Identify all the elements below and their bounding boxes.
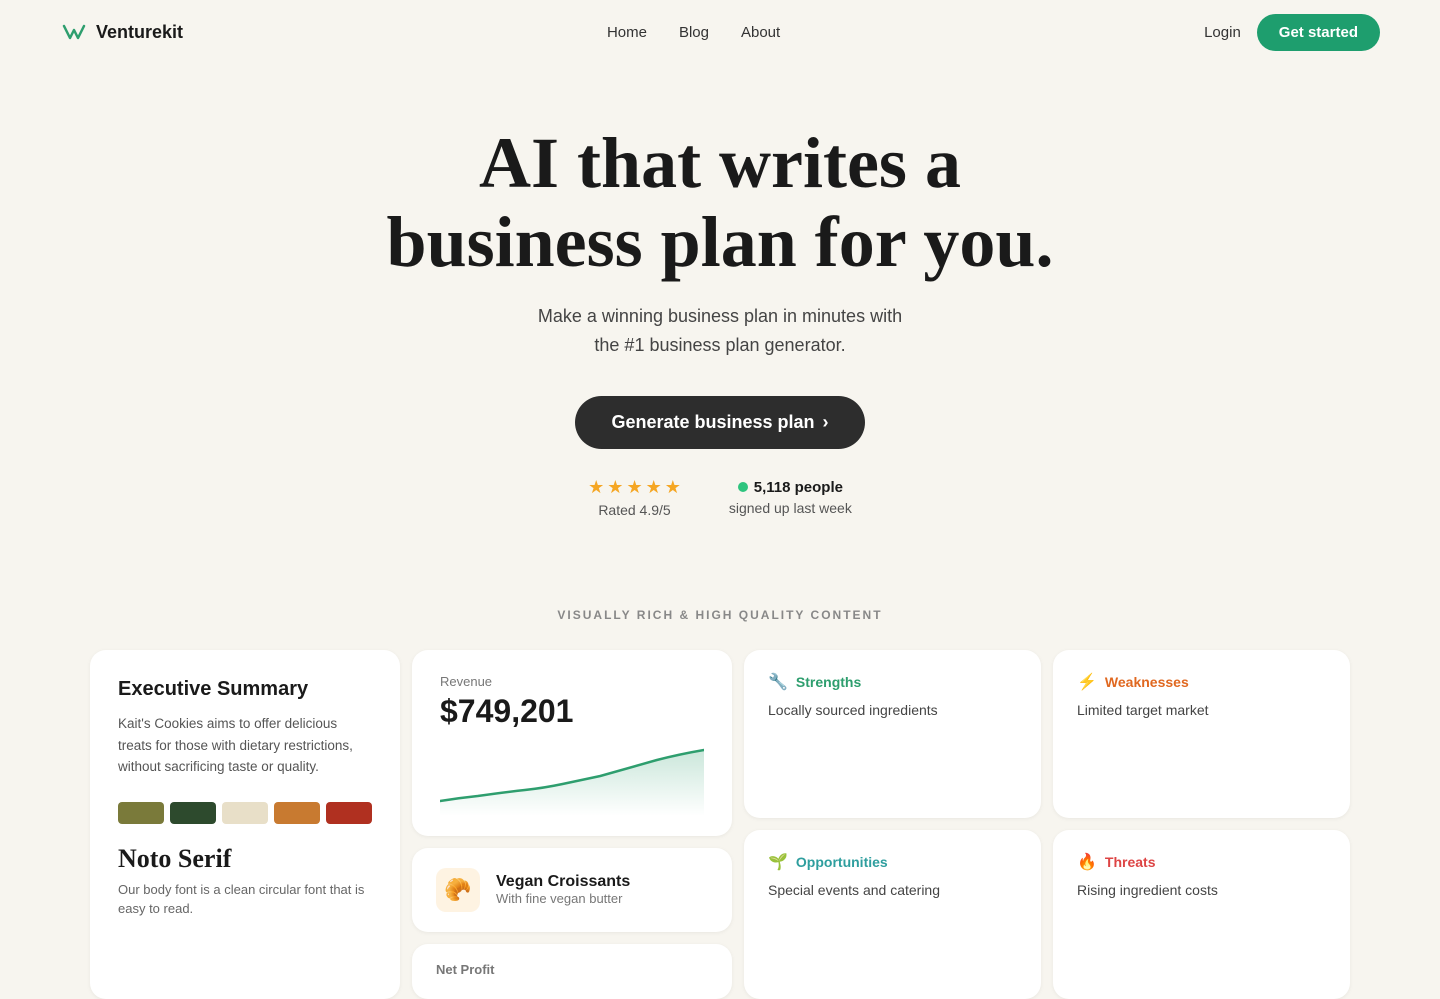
weaknesses-text: Limited target market — [1077, 702, 1326, 718]
nav-actions: Login Get started — [1204, 14, 1380, 51]
star-3: ★ — [626, 477, 642, 498]
net-profit-card: Net Profit — [412, 944, 732, 999]
color-swatches — [118, 802, 372, 824]
signups-subtitle: signed up last week — [729, 500, 852, 516]
logo[interactable]: Venturekit — [60, 18, 183, 46]
product-card: 🥐 Vegan Croissants With fine vegan butte… — [412, 848, 732, 932]
get-started-button[interactable]: Get started — [1257, 14, 1380, 51]
threats-title: Threats — [1105, 854, 1156, 870]
threats-header: 🔥 Threats — [1077, 852, 1326, 872]
weaknesses-icon: ⚡ — [1077, 672, 1097, 692]
hero-subtitle: Make a winning business plan in minutes … — [20, 302, 1420, 360]
star-2: ★ — [607, 477, 623, 498]
star-5: ★ — [665, 477, 681, 498]
product-name: Vegan Croissants — [496, 873, 630, 891]
strengths-text: Locally sourced ingredients — [768, 702, 1017, 718]
green-dot-icon — [738, 482, 748, 492]
font-desc: Our body font is a clean circular font t… — [118, 880, 372, 919]
product-icon: 🥐 — [436, 868, 480, 912]
nav-links: Home Blog About — [607, 24, 780, 41]
opportunities-header: 🌱 Opportunities — [768, 852, 1017, 872]
rating-text: Rated 4.9/5 — [598, 502, 670, 518]
revenue-amount: $749,201 — [440, 693, 704, 730]
hero-section: AI that writes a business plan for you. … — [0, 64, 1440, 558]
exec-summary-card: Executive Summary Kait's Cookies aims to… — [90, 650, 400, 999]
arrow-icon: › — [823, 412, 829, 433]
star-4: ★ — [646, 477, 662, 498]
strengths-header: 🔧 Strengths — [768, 672, 1017, 692]
revenue-chart — [440, 746, 704, 816]
hero-title: AI that writes a business plan for you. — [320, 124, 1120, 282]
weaknesses-title: Weaknesses — [1105, 674, 1189, 690]
swot-grid: 🔧 Strengths Locally sourced ingredients … — [744, 650, 1350, 999]
swot-weaknesses: ⚡ Weaknesses Limited target market — [1053, 650, 1350, 819]
swatch-1 — [118, 802, 164, 824]
middle-column: Revenue $749,201 🥐 Vegan Croi — [412, 650, 732, 999]
generate-business-plan-button[interactable]: Generate business plan › — [575, 396, 864, 449]
swot-opportunities: 🌱 Opportunities Special events and cater… — [744, 830, 1041, 999]
nav-home[interactable]: Home — [607, 24, 647, 41]
exec-summary-title: Executive Summary — [118, 678, 372, 701]
threats-icon: 🔥 — [1077, 852, 1097, 872]
nav-blog[interactable]: Blog — [679, 24, 709, 41]
signups-count-row: 5,118 people — [738, 479, 843, 496]
section-label: VISUALLY RICH & HIGH QUALITY CONTENT — [0, 608, 1440, 622]
star-1: ★ — [588, 477, 604, 498]
stars: ★ ★ ★ ★ ★ — [588, 477, 681, 498]
weaknesses-header: ⚡ Weaknesses — [1077, 672, 1326, 692]
product-info: Vegan Croissants With fine vegan butter — [496, 873, 630, 906]
swot-threats: 🔥 Threats Rising ingredient costs — [1053, 830, 1350, 999]
revenue-label: Revenue — [440, 674, 704, 689]
opportunities-title: Opportunities — [796, 854, 888, 870]
cards-grid: Executive Summary Kait's Cookies aims to… — [30, 650, 1410, 999]
swatch-5 — [326, 802, 372, 824]
rating-block: ★ ★ ★ ★ ★ Rated 4.9/5 — [588, 477, 681, 518]
threats-text: Rising ingredient costs — [1077, 882, 1326, 898]
product-desc: With fine vegan butter — [496, 891, 630, 906]
nav-about[interactable]: About — [741, 24, 780, 41]
swot-strengths: 🔧 Strengths Locally sourced ingredients — [744, 650, 1041, 819]
swatch-3 — [222, 802, 268, 824]
logo-icon — [60, 18, 88, 46]
net-profit-label: Net Profit — [436, 962, 708, 977]
logo-text: Venturekit — [96, 22, 183, 43]
strengths-icon: 🔧 — [768, 672, 788, 692]
revenue-card: Revenue $749,201 — [412, 650, 732, 836]
swatch-2 — [170, 802, 216, 824]
navbar: Venturekit Home Blog About Login Get sta… — [0, 0, 1440, 64]
swatch-4 — [274, 802, 320, 824]
strengths-title: Strengths — [796, 674, 861, 690]
social-proof: ★ ★ ★ ★ ★ Rated 4.9/5 5,118 people signe… — [20, 477, 1420, 518]
signups-count: 5,118 people — [754, 479, 843, 496]
cta-label: Generate business plan — [611, 412, 814, 433]
opportunities-text: Special events and catering — [768, 882, 1017, 898]
signups-block: 5,118 people signed up last week — [729, 479, 852, 516]
exec-summary-text: Kait's Cookies aims to offer delicious t… — [118, 713, 372, 778]
login-link[interactable]: Login — [1204, 24, 1241, 41]
font-name: Noto Serif — [118, 844, 372, 874]
opportunities-icon: 🌱 — [768, 852, 788, 872]
